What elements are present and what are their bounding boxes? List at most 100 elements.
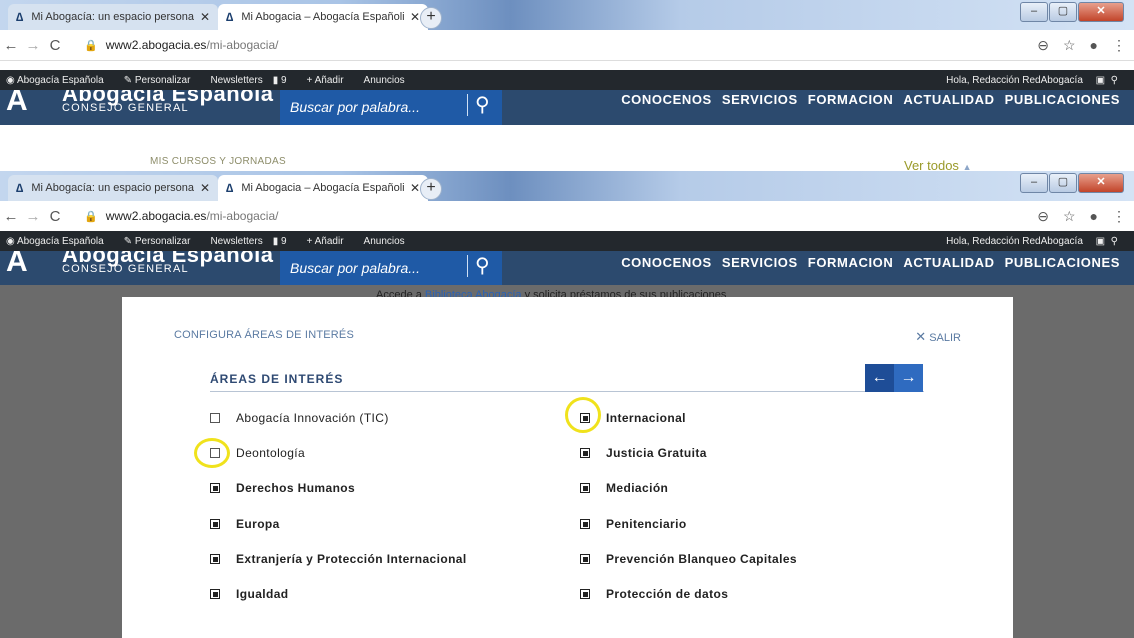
close-tab-icon[interactable]: ✕ bbox=[410, 10, 420, 24]
customize-item[interactable]: ✎ Personalizar bbox=[124, 236, 201, 247]
option-label: Internacional bbox=[606, 411, 686, 425]
menu-item-formacion[interactable]: FORMACION bbox=[808, 255, 894, 270]
bookmark-star-icon[interactable]: ☆ bbox=[1063, 37, 1076, 54]
menu-item-conocenos[interactable]: CONOCENOS bbox=[621, 255, 712, 270]
back-icon[interactable]: ← bbox=[0, 37, 22, 54]
checkbox-checked[interactable] bbox=[580, 483, 590, 493]
address-bar: ← → C 🔒 www2.abogacia.es/mi-abogacia/ ⊖ … bbox=[0, 30, 1134, 61]
ads-item[interactable]: Anuncios bbox=[364, 236, 405, 247]
menu-item-servicios[interactable]: SERVICIOS bbox=[722, 255, 798, 270]
new-tab-button[interactable]: + bbox=[420, 7, 442, 29]
search-box[interactable]: Buscar por palabra... ⚲ bbox=[280, 251, 502, 286]
option-justicia-gratuita[interactable]: Justicia Gratuita bbox=[580, 446, 707, 460]
newsletters-item[interactable]: Newsletters bbox=[210, 75, 262, 86]
checkbox-checked[interactable] bbox=[580, 519, 590, 529]
search-icon[interactable]: ⚲ bbox=[475, 92, 490, 117]
prev-arrow-icon[interactable]: ← bbox=[865, 364, 894, 392]
interest-areas-modal: CONFIGURA ÁREAS DE INTERÉS ✕ SALIR ÁREAS … bbox=[122, 297, 1013, 638]
reload-icon[interactable]: C bbox=[44, 37, 66, 54]
menu-item-actualidad[interactable]: ACTUALIDAD bbox=[903, 255, 994, 270]
search-icon[interactable]: ⚲ bbox=[475, 253, 490, 278]
option-mediacion[interactable]: Mediación bbox=[580, 481, 668, 495]
zoom-icon[interactable]: ⊖ bbox=[1037, 208, 1049, 225]
browser-tab-active[interactable]: ∆ Mi Abogacia – Abogacía Españoli ✕ bbox=[218, 175, 428, 201]
checkbox[interactable] bbox=[210, 413, 220, 423]
menu-item-servicios[interactable]: SERVICIOS bbox=[722, 92, 798, 107]
profile-icon[interactable]: ● bbox=[1090, 37, 1098, 54]
minimize-button[interactable]: – bbox=[1020, 173, 1048, 193]
add-new-item[interactable]: + Añadir bbox=[307, 236, 354, 247]
option-label: Prevención Blanqueo Capitales bbox=[606, 552, 797, 566]
wp-logo-item[interactable]: ◉ Abogacía Española bbox=[6, 75, 114, 86]
site-header-2: A Abogacía Española CONSEJO GENERAL Busc… bbox=[0, 251, 1134, 286]
newsletters-item[interactable]: Newsletters bbox=[210, 236, 262, 247]
reload-icon[interactable]: C bbox=[44, 208, 66, 225]
search-divider bbox=[467, 94, 468, 116]
option-label: Abogacía Innovación (TIC) bbox=[236, 411, 389, 425]
option-extranjeria[interactable]: Extranjería y Protección Internacional bbox=[210, 552, 467, 566]
site-header: A Abogacía Española CONSEJO GENERAL Busc… bbox=[0, 90, 1134, 125]
account-greeting[interactable]: Hola, Redacción RedAbogacía ▣ ⚲ bbox=[946, 75, 1118, 86]
account-greeting[interactable]: Hola, Redacción RedAbogacía ▣ ⚲ bbox=[946, 236, 1118, 247]
checkbox-checked[interactable] bbox=[580, 448, 590, 458]
forward-icon[interactable]: → bbox=[22, 208, 44, 225]
bookmark-star-icon[interactable]: ☆ bbox=[1063, 208, 1076, 225]
menu-item-publicaciones[interactable]: PUBLICACIONES bbox=[1005, 92, 1120, 107]
option-prevencion-blanqueo[interactable]: Prevención Blanqueo Capitales bbox=[580, 552, 797, 566]
browser-tab-active[interactable]: ∆ Mi Abogacia – Abogacía Españoli ✕ bbox=[218, 4, 428, 30]
option-europa[interactable]: Europa bbox=[210, 517, 280, 531]
customize-item[interactable]: ✎ Personalizar bbox=[124, 75, 201, 86]
checkbox-checked[interactable] bbox=[580, 589, 590, 599]
search-placeholder: Buscar por palabra... bbox=[290, 99, 420, 115]
option-label: Igualdad bbox=[236, 587, 289, 601]
brand-subtitle: CONSEJO GENERAL bbox=[62, 263, 189, 275]
address-bar-2: ← → C 🔒 www2.abogacia.es/mi-abogacia/ ⊖ … bbox=[0, 201, 1134, 232]
menu-kebab-icon[interactable]: ⋮ bbox=[1112, 208, 1126, 225]
comments-item[interactable]: ▮ 9 bbox=[273, 236, 297, 247]
checkbox-checked[interactable] bbox=[210, 483, 220, 493]
close-window-button[interactable]: ✕ bbox=[1078, 2, 1124, 22]
lock-icon: 🔒 bbox=[84, 39, 98, 52]
option-proteccion-datos[interactable]: Protección de datos bbox=[580, 587, 728, 601]
close-window-button[interactable]: ✕ bbox=[1078, 173, 1124, 193]
checkbox-checked[interactable] bbox=[210, 589, 220, 599]
close-tab-icon[interactable]: ✕ bbox=[200, 10, 210, 24]
option-penitenciario[interactable]: Penitenciario bbox=[580, 517, 687, 531]
wp-logo-item[interactable]: ◉ Abogacía Española bbox=[6, 236, 114, 247]
zoom-icon[interactable]: ⊖ bbox=[1037, 37, 1049, 54]
forward-icon[interactable]: → bbox=[22, 37, 44, 54]
back-icon[interactable]: ← bbox=[0, 208, 22, 225]
browser-tab[interactable]: ∆ Mi Abogacía: un espacio persona ✕ bbox=[8, 175, 218, 201]
comments-item[interactable]: ▮ 9 bbox=[273, 75, 297, 86]
maximize-button[interactable]: ▢ bbox=[1049, 2, 1077, 22]
search-divider bbox=[467, 255, 468, 277]
close-tab-icon[interactable]: ✕ bbox=[410, 181, 420, 195]
next-arrow-icon[interactable]: → bbox=[894, 364, 923, 392]
checkbox-checked[interactable] bbox=[580, 554, 590, 564]
menu-item-conocenos[interactable]: CONOCENOS bbox=[621, 92, 712, 107]
menu-kebab-icon[interactable]: ⋮ bbox=[1112, 37, 1126, 54]
add-new-item[interactable]: + Añadir bbox=[307, 75, 354, 86]
brand-logo[interactable]: A bbox=[6, 251, 28, 279]
option-derechos-humanos[interactable]: Derechos Humanos bbox=[210, 481, 355, 495]
new-tab-button[interactable]: + bbox=[420, 178, 442, 200]
profile-icon[interactable]: ● bbox=[1090, 208, 1098, 225]
menu-item-actualidad[interactable]: ACTUALIDAD bbox=[903, 92, 994, 107]
option-abogacia-innovacion[interactable]: Abogacía Innovación (TIC) bbox=[210, 411, 389, 425]
url-field[interactable]: www2.abogacia.es/mi-abogacia/ bbox=[106, 209, 279, 223]
option-igualdad[interactable]: Igualdad bbox=[210, 587, 289, 601]
maximize-button[interactable]: ▢ bbox=[1049, 173, 1077, 193]
url-field[interactable]: www2.abogacia.es/mi-abogacia/ bbox=[106, 38, 279, 52]
ads-item[interactable]: Anuncios bbox=[364, 75, 405, 86]
minimize-button[interactable]: – bbox=[1020, 2, 1048, 22]
checkbox-checked[interactable] bbox=[210, 519, 220, 529]
browser-tab[interactable]: ∆ Mi Abogacía: un espacio persona ✕ bbox=[8, 4, 218, 30]
close-tab-icon[interactable]: ✕ bbox=[200, 181, 210, 195]
window-controls: – ▢ ✕ bbox=[1019, 2, 1124, 22]
exit-button[interactable]: ✕ SALIR bbox=[915, 329, 961, 345]
search-box[interactable]: Buscar por palabra... ⚲ bbox=[280, 90, 502, 125]
brand-logo[interactable]: A bbox=[6, 90, 28, 118]
menu-item-formacion[interactable]: FORMACION bbox=[808, 92, 894, 107]
checkbox-checked[interactable] bbox=[210, 554, 220, 564]
menu-item-publicaciones[interactable]: PUBLICACIONES bbox=[1005, 255, 1120, 270]
